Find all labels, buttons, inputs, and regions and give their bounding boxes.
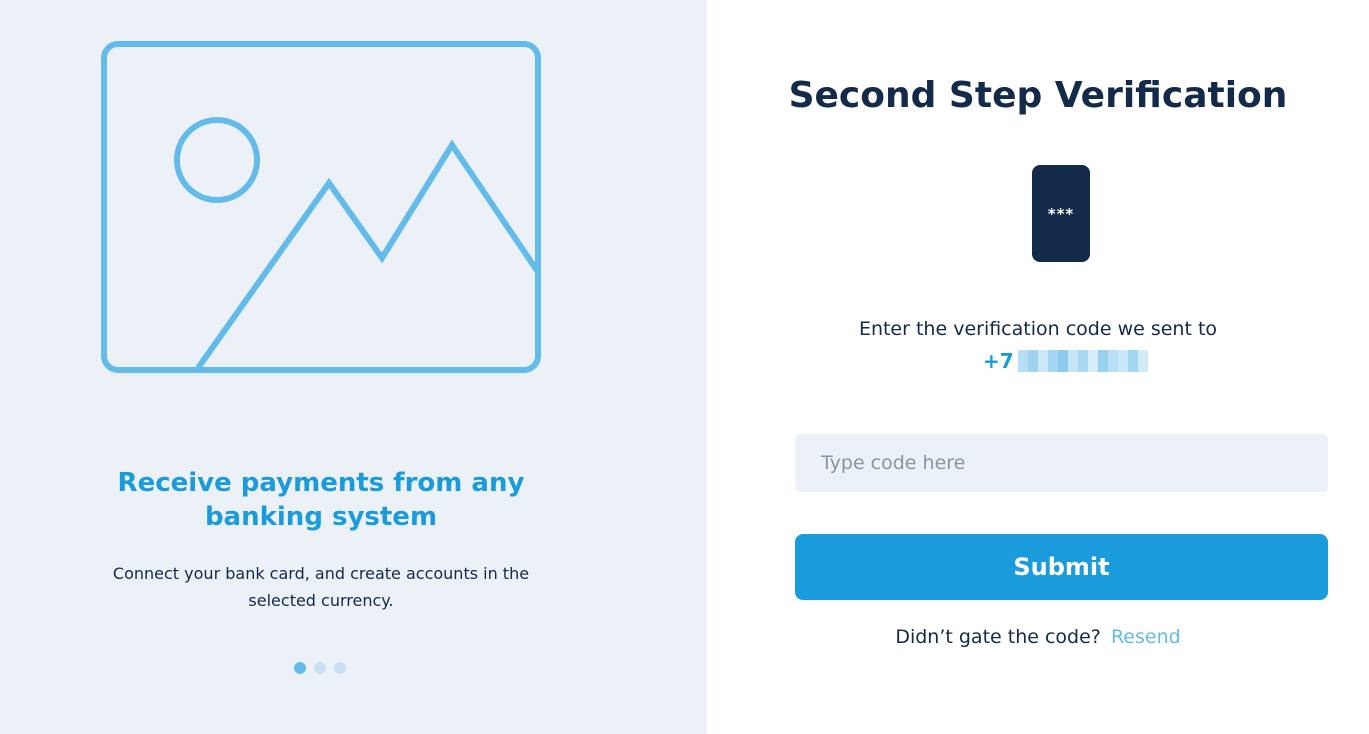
- carousel-dot-1[interactable]: [294, 662, 306, 674]
- resend-link[interactable]: Resend: [1111, 626, 1181, 648]
- carousel-dots: [294, 662, 346, 674]
- verification-page: Receive payments from any banking system…: [0, 0, 1369, 734]
- redacted-phone-digits: [1017, 350, 1148, 372]
- submit-button[interactable]: Submit: [795, 534, 1328, 600]
- verification-instructions: Enter the verification code we sent to: [858, 318, 1218, 340]
- phone-icon-text: ***: [1047, 204, 1075, 223]
- carousel-dot-2[interactable]: [314, 662, 326, 674]
- page-title: Second Step Verification: [788, 75, 1288, 116]
- phone-icon: ***: [1032, 165, 1090, 262]
- carousel-dot-3[interactable]: [334, 662, 346, 674]
- code-input[interactable]: [795, 434, 1328, 492]
- promo-title: Receive payments from any banking system: [117, 468, 525, 532]
- resend-prompt: Didn’t gate the code?: [895, 626, 1101, 648]
- image-placeholder-icon: [101, 41, 541, 373]
- promo-panel: Receive payments from any banking system…: [0, 0, 707, 734]
- phone-number: +7: [983, 348, 1148, 374]
- resend-row: Didn’t gate the code? Resend: [707, 624, 1369, 650]
- promo-description: Connect your bank card, and create accou…: [112, 564, 530, 610]
- phone-prefix: +7: [983, 349, 1014, 373]
- verification-panel: Second Step Verification *** Enter the v…: [707, 0, 1369, 734]
